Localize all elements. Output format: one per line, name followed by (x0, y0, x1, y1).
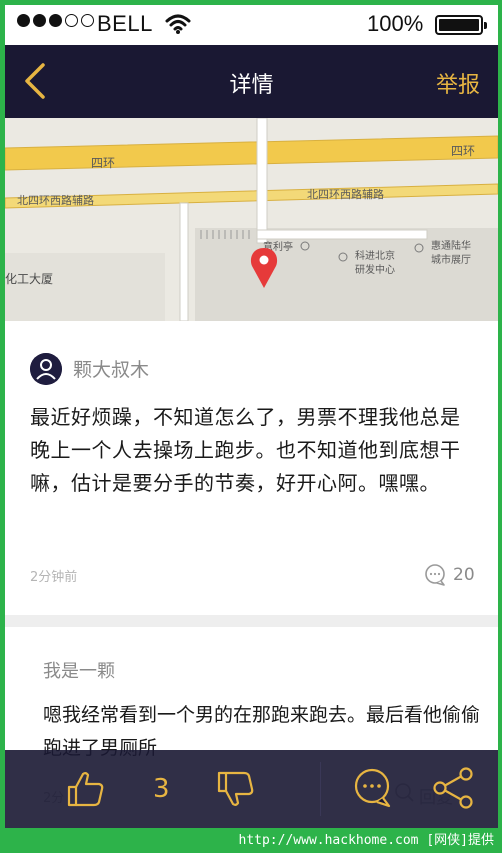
battery-percentage: 100% (367, 11, 424, 36)
wifi-icon (165, 14, 191, 34)
map-label-ring-road-east: 四环 (451, 144, 475, 158)
nav-bar: 详情 举报 (5, 45, 498, 118)
signal-dots-icon (17, 14, 94, 27)
comment-count: 20 (453, 565, 475, 585)
phone-screen: BELL 100% 详情 举报 四环 四环 北四环西路辅路 北四环西路辅路 科进… (5, 5, 498, 828)
location-map[interactable]: 四环 四环 北四环西路辅路 北四环西路辅路 科进北京 研发中心 惠通陆华 城市展… (5, 118, 498, 321)
bottom-toolbar: 3 (5, 750, 498, 828)
map-label-building: 化工大厦 (5, 272, 53, 286)
page-title: 详情 (229, 73, 274, 98)
report-button[interactable]: 举报 (436, 67, 480, 99)
map-label-poi-1a: 科进北京 (355, 249, 395, 262)
avatar[interactable] (30, 353, 62, 385)
reply-author[interactable]: 我是一颗 (43, 657, 115, 683)
thumbs-down-icon[interactable] (215, 769, 257, 809)
map-canvas: 四环 四环 北四环西路辅路 北四环西路辅路 科进北京 研发中心 惠通陆华 城市展… (5, 118, 498, 321)
post-author[interactable]: 颗大叔木 (73, 355, 149, 382)
like-count: 3 (153, 774, 170, 804)
toolbar-divider (320, 762, 321, 816)
post-content: 最近好烦躁，不知道怎么了，男票不理我他总是晚上一个人去操场上跑步。也不知道他到底… (30, 405, 461, 495)
comment-count-icon[interactable] (423, 563, 447, 587)
share-icon[interactable] (431, 766, 475, 810)
thumbs-up-icon[interactable] (65, 769, 107, 809)
post-time: 2分钟前 (30, 570, 78, 585)
status-bar: BELL 100% (5, 5, 498, 45)
map-label-poi-2a: 惠通陆华 (431, 239, 471, 252)
watermark: http://www.hackhome.com [网侠]提供 (238, 833, 495, 848)
map-label-poi-1b: 研发中心 (355, 263, 395, 276)
map-label-poi-2b: 城市展厅 (431, 253, 471, 266)
map-label-ring-road: 四环 (91, 156, 115, 170)
map-label-aux-road-east: 北四环西路辅路 (307, 187, 384, 201)
carrier-name: BELL (97, 11, 153, 36)
map-label-aux-road-west: 北四环西路辅路 (17, 193, 94, 207)
comment-bubble-icon[interactable] (351, 766, 395, 810)
battery-icon (435, 15, 487, 35)
post-card: 颗大叔木 最近好烦躁，不知道怎么了，男票不理我他总是晚上一个人去操场上跑步。也不… (5, 321, 498, 615)
